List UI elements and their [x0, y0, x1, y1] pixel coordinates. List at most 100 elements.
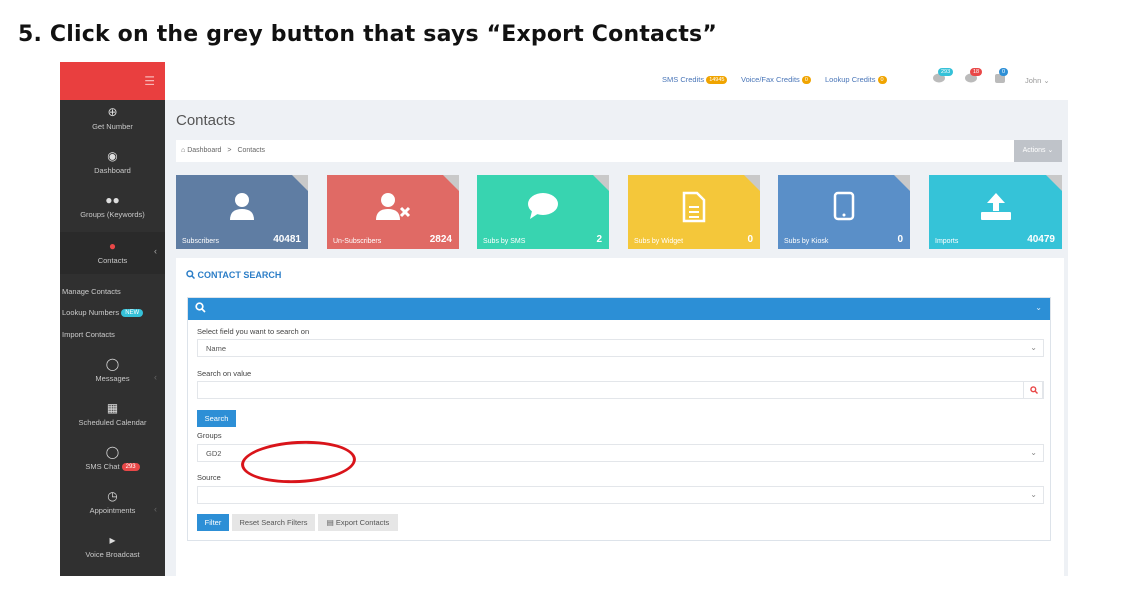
sidebar-item-contacts[interactable]: ● Contacts ‹ — [60, 232, 165, 274]
chat-count-badge: 293 — [121, 463, 140, 472]
tile-value: 40479 — [1027, 234, 1055, 245]
instruction-heading: 5. Click on the grey button that says “E… — [18, 22, 717, 47]
breadcrumb: ⌂ Dashboard > Contacts — [181, 147, 265, 154]
search-icon — [195, 302, 206, 313]
actions-button[interactable]: Actions ⌄ — [1014, 140, 1062, 162]
chevron-down-icon: ⌄ — [1030, 490, 1037, 499]
search-button[interactable]: Search — [197, 410, 236, 427]
sidebar-item-messages[interactable]: ◯ Messages ‹ — [60, 358, 165, 394]
tile-corner — [894, 175, 910, 191]
users-icon: ●● — [105, 193, 120, 207]
chevron-down-icon: ⌄ — [1043, 76, 1050, 85]
sidebar: ☰ ⊕ Get Number ◉ Dashboard ●● Groups (Ke… — [60, 62, 165, 576]
voice-fax-badge: 0 — [801, 76, 811, 85]
tile-un-subscribers[interactable]: Un-Subscribers 2824 — [327, 175, 459, 249]
contact-search-title: CONTACT SEARCH — [186, 270, 281, 280]
reset-filters-button[interactable]: Reset Search Filters — [232, 514, 315, 531]
source-label: Source — [197, 473, 221, 482]
sidebar-item-scheduled-calendar[interactable]: ▦ Scheduled Calendar — [60, 402, 165, 438]
field-select-label: Select field you want to search on — [197, 327, 310, 336]
sidebar-item-label: Scheduled Calendar — [78, 418, 147, 427]
chevron-left-icon: ‹ — [154, 372, 157, 382]
sidebar-item-label: SMS Chat — [85, 462, 120, 471]
search-icon — [1030, 386, 1038, 394]
sidebar-subitem-import-contacts[interactable]: Import Contacts — [62, 330, 115, 339]
breadcrumb-dashboard[interactable]: Dashboard — [187, 147, 221, 154]
tile-label: Subs by Kiosk — [784, 238, 829, 245]
sidebar-item-groups[interactable]: ●● Groups (Keywords) — [60, 194, 165, 230]
alerts-count-badge: 0 — [999, 68, 1009, 76]
brand-bar: ☰ — [60, 62, 165, 100]
chevron-down-icon[interactable]: ⌄ — [1035, 303, 1042, 312]
tile-label: Un-Subscribers — [333, 238, 382, 245]
tile-value: 2824 — [429, 234, 452, 245]
tile-label: Subs by Widget — [634, 238, 684, 245]
sms-credits[interactable]: SMS Credits 14945 — [662, 75, 728, 85]
source-select[interactable]: ⌄ — [197, 486, 1044, 504]
sidebar-item-get-number[interactable]: ⊕ Get Number — [60, 106, 165, 142]
mail-notification[interactable]: 18 — [964, 68, 983, 84]
search-form-header[interactable]: ⌄ — [188, 298, 1050, 320]
field-select[interactable]: Name ⌄ — [197, 339, 1044, 357]
lookup-credits[interactable]: Lookup Credits 0 — [825, 75, 887, 85]
actions-label: Actions — [1022, 147, 1046, 154]
tile-subs-by-widget[interactable]: Subs by Widget 0 — [628, 175, 760, 249]
megaphone-icon: ▸ — [109, 533, 116, 547]
breadcrumb-bar: ⌂ Dashboard > Contacts Actions ⌄ — [176, 140, 1062, 162]
sidebar-item-dashboard[interactable]: ◉ Dashboard — [60, 150, 165, 186]
export-contacts-label: Export Contacts — [335, 518, 390, 527]
user-remove-icon — [376, 193, 411, 220]
new-badge: NEW — [121, 309, 144, 318]
tile-value: 2 — [596, 234, 602, 245]
app-window: ☰ ⊕ Get Number ◉ Dashboard ●● Groups (Ke… — [60, 62, 1068, 576]
alerts-notification[interactable]: 0 — [993, 68, 1009, 84]
voice-fax-credits[interactable]: Voice/Fax Credits 0 — [741, 75, 811, 85]
subitem-label: Import Contacts — [62, 330, 115, 339]
export-contacts-button[interactable]: ▤ Export Contacts — [318, 514, 398, 531]
lookup-badge: 0 — [877, 76, 887, 85]
user-icon — [230, 193, 254, 220]
field-select-value: Name — [206, 344, 227, 353]
tile-corner — [593, 175, 609, 191]
chevron-left-icon: ‹ — [154, 246, 157, 256]
stat-tiles: Subscribers 40481 Un-Subscribers 2824 Su… — [176, 175, 1064, 249]
lookup-label: Lookup Credits — [825, 75, 876, 84]
page-title: Contacts — [176, 112, 236, 129]
sidebar-item-appointments[interactable]: ◷ Appointments ‹ — [60, 490, 165, 526]
search-value-label: Search on value — [197, 369, 252, 378]
tile-value: 0 — [897, 234, 903, 245]
sidebar-subitem-manage-contacts[interactable]: Manage Contacts — [62, 287, 121, 296]
search-value-input[interactable] — [197, 381, 1044, 399]
search-submit-icon-box[interactable] — [1023, 381, 1043, 399]
tile-corner — [1046, 175, 1062, 191]
dashboard-icon: ◉ — [107, 149, 118, 163]
search-form: ⌄ Select field you want to search on Nam… — [187, 297, 1051, 541]
subitem-label: Manage Contacts — [62, 287, 121, 296]
tile-subs-by-sms[interactable]: Subs by SMS 2 — [477, 175, 609, 249]
sidebar-item-voice-broadcast[interactable]: ▸ Voice Broadcast — [60, 534, 165, 570]
breadcrumb-current: Contacts — [237, 147, 266, 154]
user-menu[interactable]: John ⌄ — [1025, 76, 1050, 85]
contact-search-title-text: CONTACT SEARCH — [197, 270, 282, 280]
contact-search-panel: CONTACT SEARCH ⌄ Select field you want t… — [176, 258, 1064, 576]
chevron-left-icon: ‹ — [154, 504, 157, 514]
chevron-down-icon: ⌄ — [1030, 343, 1037, 352]
sidebar-item-label: Dashboard — [94, 166, 131, 175]
hamburger-icon[interactable]: ☰ — [144, 74, 155, 88]
tile-label: Imports — [935, 238, 959, 245]
sidebar-subitem-lookup-numbers[interactable]: Lookup Numbers NEW — [62, 308, 144, 318]
sidebar-item-sms-chat[interactable]: ◯ SMS Chat 293 — [60, 446, 165, 482]
tile-subscribers[interactable]: Subscribers 40481 — [176, 175, 308, 249]
voice-fax-label: Voice/Fax Credits — [741, 75, 800, 84]
calendar-icon: ▦ — [106, 401, 119, 415]
tile-subs-by-kiosk[interactable]: Subs by Kiosk 0 — [778, 175, 910, 249]
search-icon — [186, 270, 196, 280]
chat-icon: ◯ — [105, 445, 120, 459]
chat-notification[interactable]: 293 — [932, 68, 954, 84]
filter-button[interactable]: Filter — [197, 514, 229, 531]
sms-credits-badge: 14945 — [706, 76, 728, 85]
speech-bubble-icon — [528, 193, 558, 219]
tile-imports[interactable]: Imports 40479 — [929, 175, 1062, 249]
sidebar-item-label: Appointments — [89, 506, 136, 515]
document-icon — [682, 191, 706, 223]
